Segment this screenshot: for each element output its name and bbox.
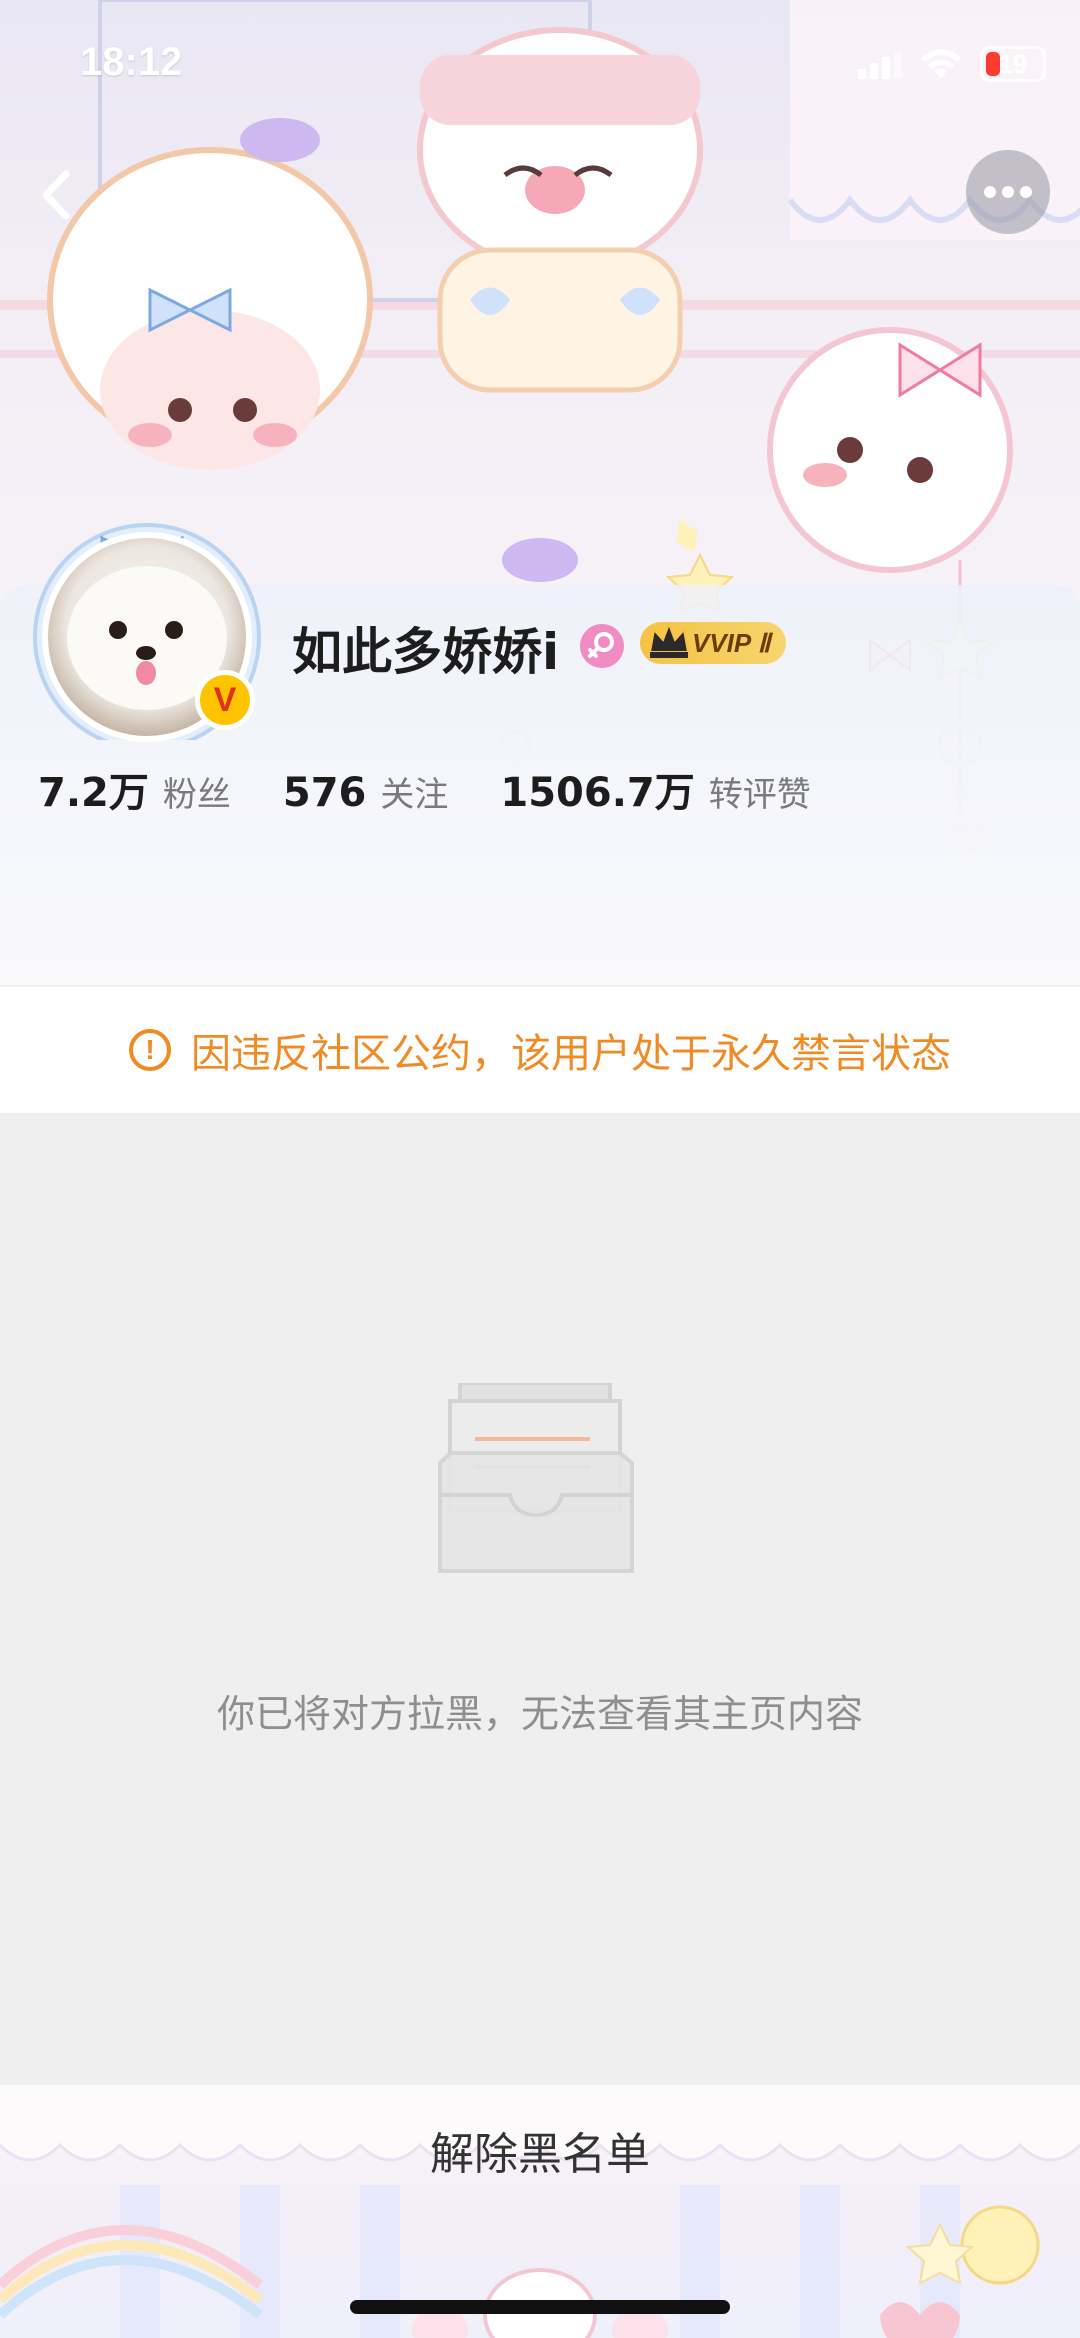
empty-inbox-icon — [438, 1383, 634, 1573]
stat-value: 7.2万 — [38, 770, 149, 816]
stat-label: 关注 — [380, 775, 449, 815]
profile-banner: 18:12 19 V 如此多娇娇i VVIP Ⅱ 7.2万 粉丝 576 关注 … — [0, 0, 1080, 985]
status-time: 18:12 — [80, 40, 183, 84]
stat-interactions[interactable]: 1506.7万 转评赞 — [500, 760, 810, 818]
empty-state: 你已将对方拉黑，无法查看其主页内容 — [0, 1113, 1080, 2085]
battery-indicator: 19 — [980, 46, 1046, 82]
empty-state-message: 你已将对方拉黑，无法查看其主页内容 — [216, 1692, 863, 1736]
home-indicator[interactable] — [350, 2300, 730, 2314]
verified-badge: V — [195, 670, 255, 730]
notice-text: 因违反社区公约，该用户处于永久禁言状态 — [191, 1031, 951, 1077]
more-options-button[interactable] — [966, 150, 1050, 234]
stat-value: 1506.7万 — [500, 770, 695, 816]
more-dots-icon — [984, 186, 1032, 198]
wifi-icon — [921, 49, 961, 78]
vvip-badge[interactable]: VVIP Ⅱ — [640, 621, 787, 664]
female-icon — [580, 624, 624, 668]
ban-notice: ! 因违反社区公约，该用户处于永久禁言状态 — [0, 985, 1080, 1113]
back-button[interactable] — [24, 160, 94, 230]
stat-label: 转评赞 — [708, 775, 811, 815]
stat-following[interactable]: 576 关注 — [283, 767, 449, 816]
status-bar: 18:12 19 — [0, 0, 1080, 130]
unblock-button[interactable]: 解除黑名单 — [340, 2107, 740, 2193]
stat-value: 576 — [282, 770, 367, 816]
warning-icon: ! — [129, 1029, 171, 1071]
vvip-label: VVIP Ⅱ — [692, 628, 771, 658]
chevron-left-icon — [42, 170, 70, 220]
battery-level: 19 — [998, 48, 1028, 79]
profile-stats: 7.2万 粉丝 576 关注 1506.7万 转评赞 — [38, 760, 863, 820]
crown-icon — [648, 621, 690, 658]
cellular-signal-icon — [858, 51, 902, 79]
stat-label: 粉丝 — [162, 775, 231, 815]
stat-followers[interactable]: 7.2万 粉丝 — [38, 760, 231, 818]
username: 如此多娇娇i — [292, 623, 560, 681]
status-icons: 19 — [858, 44, 1046, 84]
